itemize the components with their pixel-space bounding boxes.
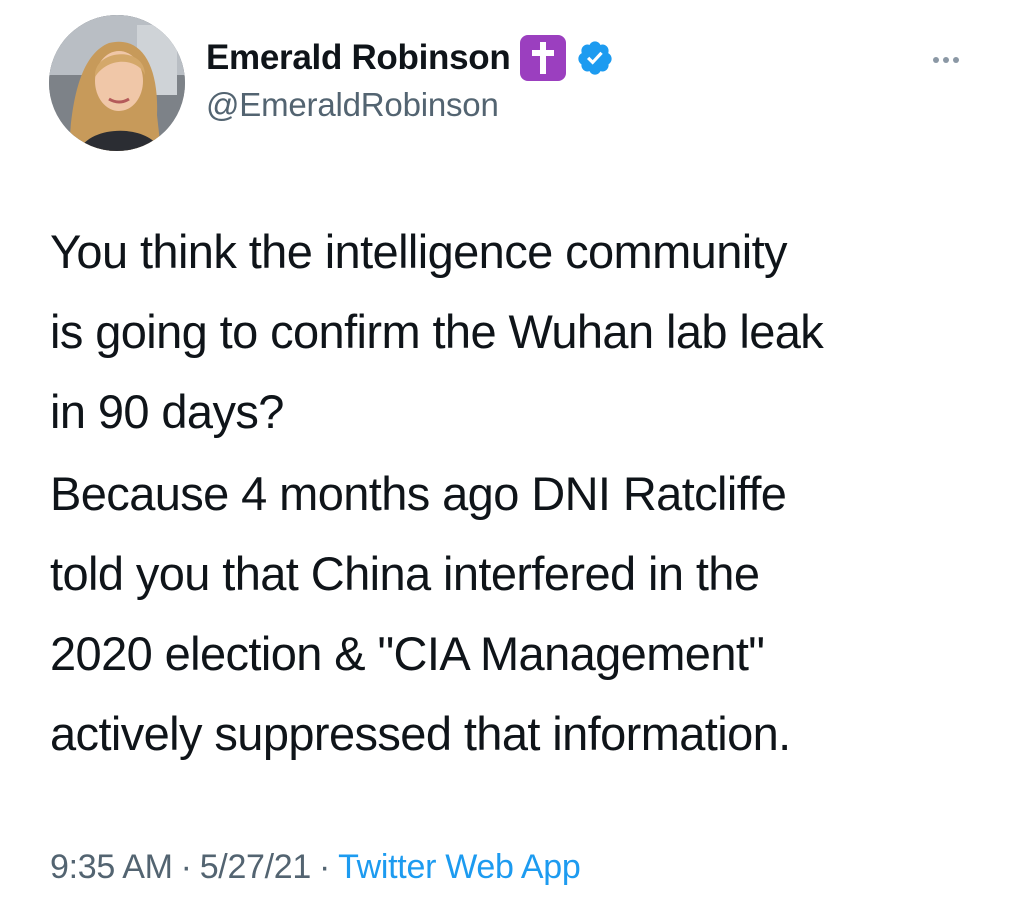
tweet-text: You think the intelligence community is … [50,212,1000,774]
avatar[interactable] [49,15,185,151]
tweet-card: Emerald Robinson @EmeraldRobinson You th… [0,0,1024,919]
tweet-line: Because 4 months ago DNI Ratcliffe [50,467,787,520]
tweet-source-link[interactable]: Twitter Web App [338,848,581,886]
verified-badge-icon [576,39,614,77]
latin-cross-emoji-icon [520,35,567,81]
tweet-line: is going to confirm the Wuhan lab leak [50,305,824,358]
meta-separator: · [180,848,192,886]
more-horizontal-icon[interactable] [918,48,974,72]
tweet-line: told you that China interfered in the [50,547,760,600]
tweet-time[interactable]: 9:35 AM [50,848,173,886]
tweet-line: in 90 days? [50,385,284,438]
tweet-paragraph-1: You think the intelligence community is … [50,212,1000,452]
tweet-line: You think the intelligence community [50,225,788,278]
author-handle[interactable]: @EmeraldRobinson [206,86,499,124]
tweet-paragraph-2: Because 4 months ago DNI Ratcliffe told … [50,454,1000,774]
author-name-row[interactable]: Emerald Robinson [206,35,614,81]
tweet-date[interactable]: 5/27/21 [200,848,312,886]
meta-separator: · [319,848,331,886]
tweet-line: 2020 election & "CIA Management" [50,627,765,680]
tweet-line: actively suppressed that information. [50,707,791,760]
tweet-meta: 9:35 AM · 5/27/21 · Twitter Web App [50,848,581,887]
display-name[interactable]: Emerald Robinson [206,38,511,78]
